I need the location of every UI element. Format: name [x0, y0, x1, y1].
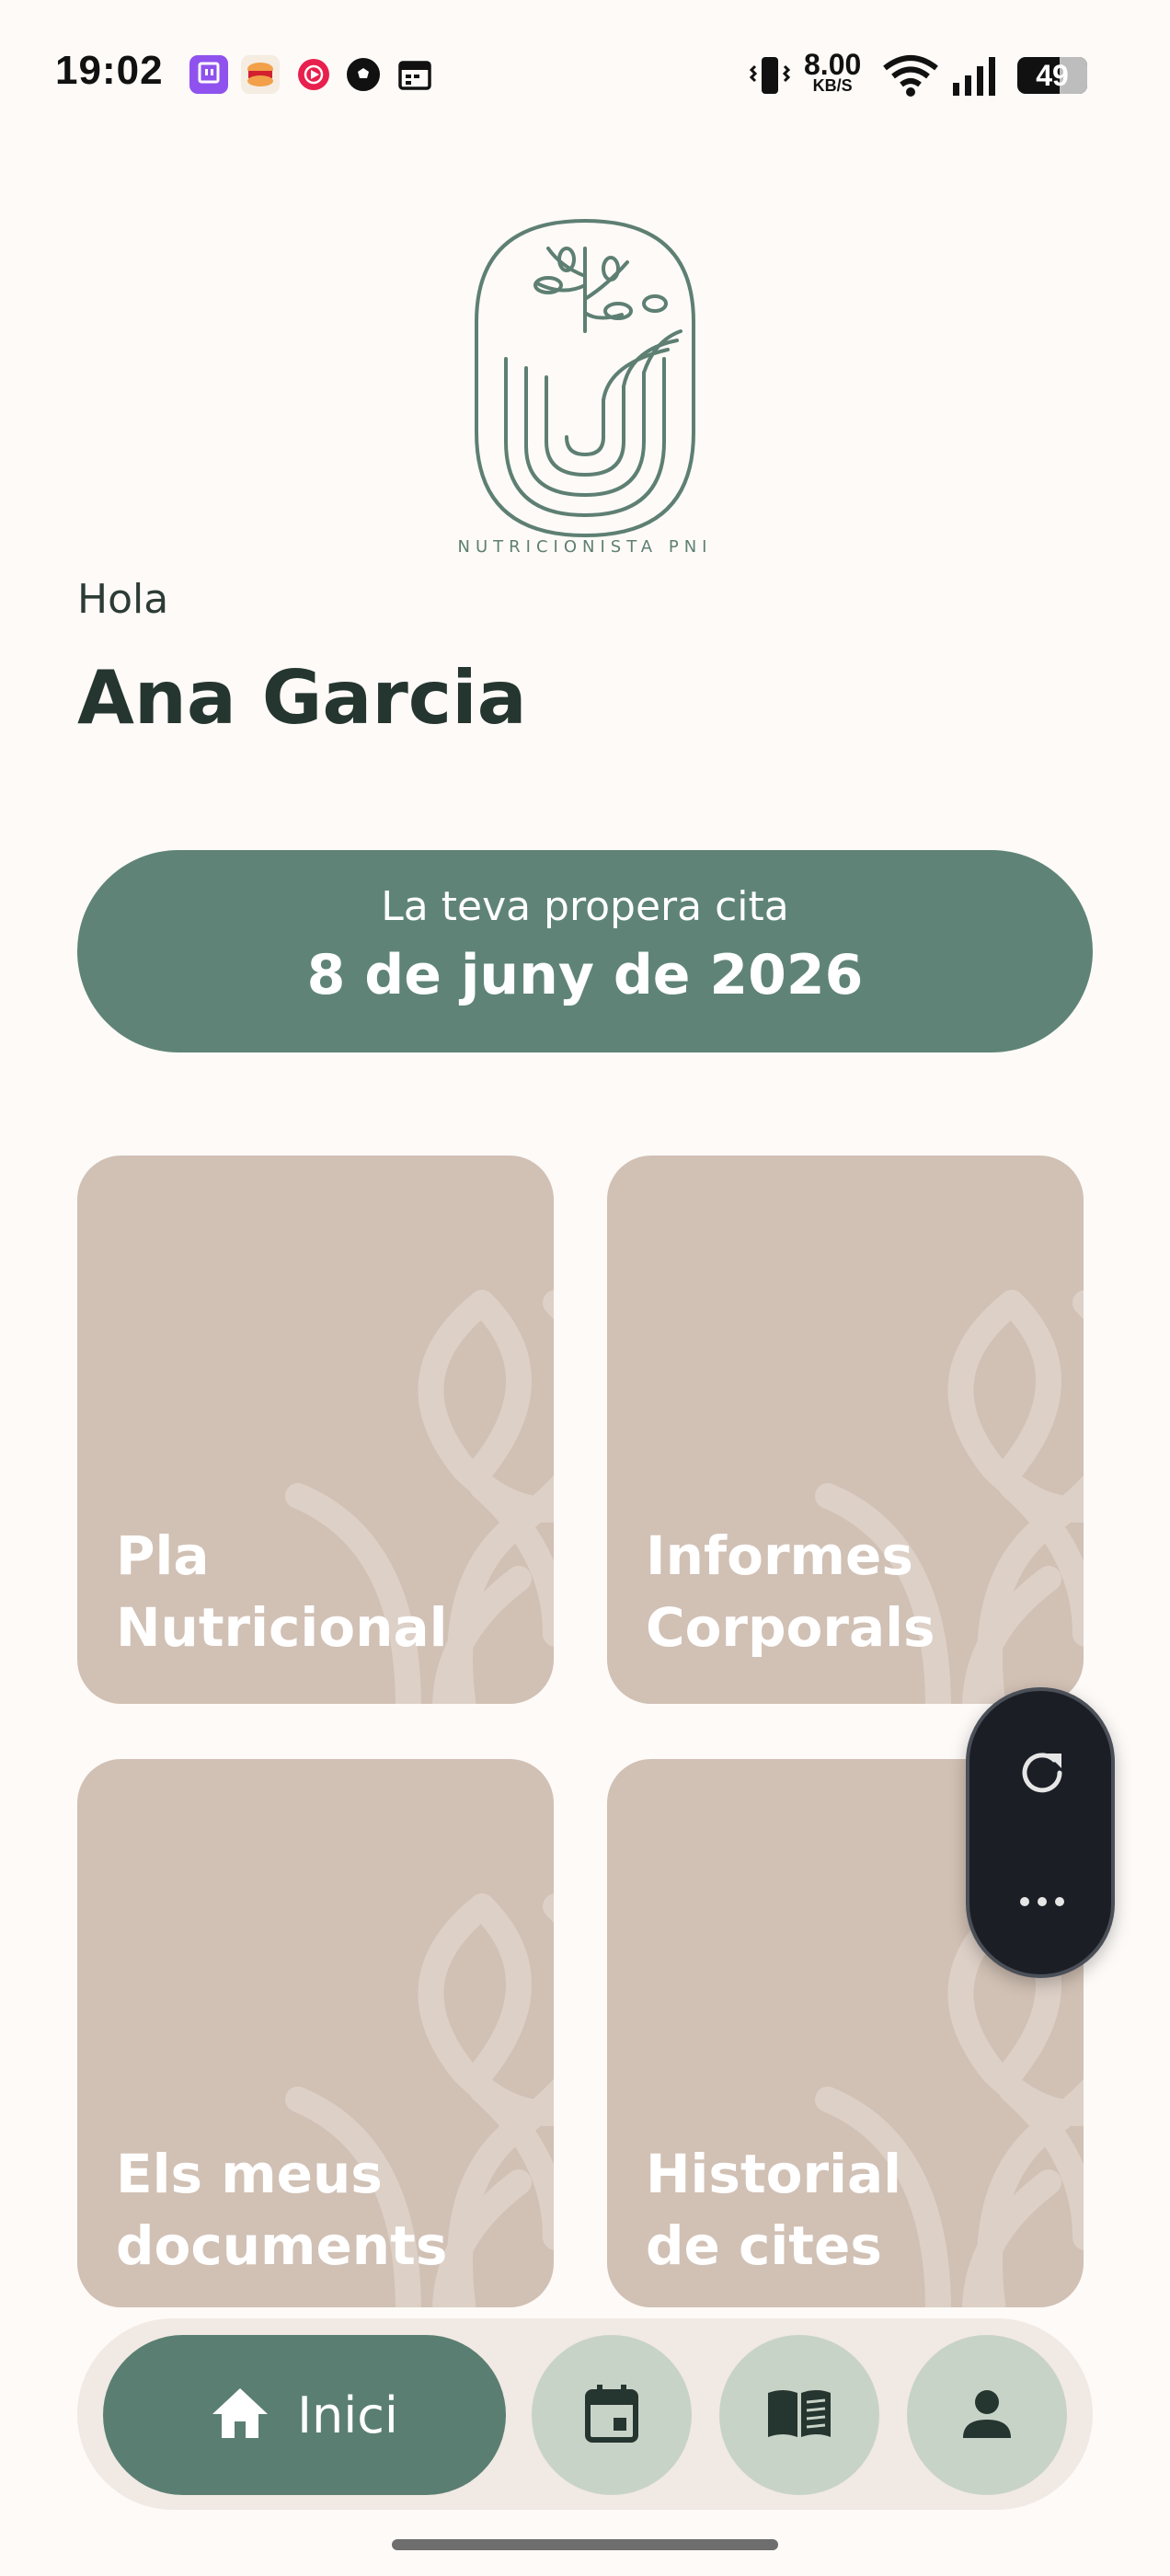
net-speed-value: 8.00 — [804, 48, 862, 81]
home-indicator[interactable] — [392, 2539, 778, 2550]
calendar-icon — [584, 2383, 639, 2447]
floating-controls — [966, 1687, 1115, 1978]
greeting-user-name: Ana Garcia — [77, 655, 527, 741]
nav-home-button[interactable]: Inici — [103, 2335, 506, 2495]
more-icon[interactable] — [1012, 1888, 1072, 1919]
wifi-icon — [881, 53, 940, 101]
appointment-date: 8 de juny de 2026 — [306, 943, 864, 1007]
tile-label: Els meus documents — [116, 2143, 448, 2277]
burger-king-icon — [241, 55, 280, 94]
nav-recipes-button[interactable] — [719, 2335, 879, 2495]
nav-calendar-button[interactable] — [532, 2335, 692, 2495]
signal-icon — [951, 55, 999, 101]
twitch-icon — [189, 55, 228, 94]
tile-body-reports[interactable]: Informes Corporals — [607, 1156, 1084, 1704]
tile-label: Informes Corporals — [646, 1524, 935, 1659]
football-icon — [344, 55, 383, 94]
logo-text: NUTRICIONISTA PNI — [457, 537, 713, 557]
status-time: 19:02 — [55, 48, 164, 93]
home-icon — [211, 2386, 270, 2444]
refresh-icon[interactable] — [1012, 1742, 1072, 1807]
book-icon — [764, 2386, 834, 2444]
battery-level: 49 — [1036, 59, 1069, 92]
battery-icon: 49 — [1017, 57, 1087, 94]
next-appointment-card[interactable]: La teva propera cita 8 de juny de 2026 — [77, 850, 1093, 1052]
tile-label: Historial de cites — [646, 2143, 902, 2277]
network-speed: 8.00 KB/S — [804, 50, 861, 94]
youtube-music-icon — [294, 55, 333, 94]
tile-label: Pla Nutricional — [116, 1524, 448, 1659]
vibrate-icon — [749, 53, 791, 101]
nutricionista-logo — [460, 212, 710, 565]
calendar-app-icon — [396, 55, 434, 94]
person-icon — [960, 2386, 1014, 2444]
appointment-label: La teva propera cita — [381, 883, 789, 930]
nav-home-label: Inici — [297, 2386, 398, 2444]
nav-profile-button[interactable] — [907, 2335, 1067, 2495]
greeting-hello: Hola — [77, 576, 169, 623]
tile-nutrition-plan[interactable]: Pla Nutricional — [77, 1156, 554, 1704]
tile-my-documents[interactable]: Els meus documents — [77, 1759, 554, 2307]
